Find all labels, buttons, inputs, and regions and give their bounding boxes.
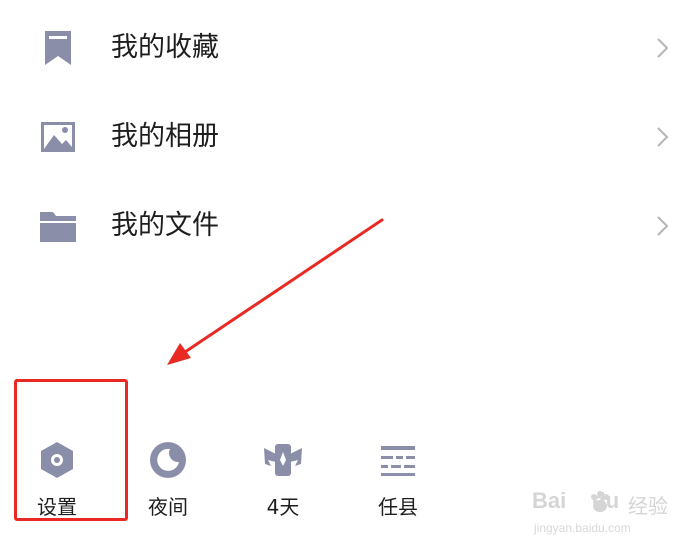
watermark-url: jingyan.baidu.com [534, 521, 631, 535]
bottom-tasks-label: 任县 [378, 495, 418, 519]
menu-item-label: 我的文件 [111, 210, 219, 241]
winged-badge-icon [264, 444, 302, 476]
bottom-settings-button[interactable]: 设置 [17, 436, 97, 522]
settings-screen: 我的收藏 我的相册 我的文件 设置 夜间 4天 任县 Bai du 经验 jin… [0, 0, 691, 551]
bottom-settings-label: 设置 [37, 495, 77, 519]
bottom-night-mode-label: 夜间 [148, 495, 188, 519]
chevron-right-icon [657, 127, 669, 147]
chevron-right-icon [657, 216, 669, 236]
bottom-days-label: 4天 [266, 495, 300, 519]
hexagon-settings-icon [41, 442, 73, 478]
menu-item-label: 我的收藏 [111, 32, 219, 63]
menu-item-label: 我的相册 [111, 121, 219, 152]
menu-item-files[interactable]: 我的文件 [0, 191, 691, 261]
bottom-days-button[interactable]: 4天 [243, 436, 323, 522]
folder-icon [40, 212, 76, 242]
watermark-suffix: 经验 [628, 494, 668, 518]
menu-item-favorites[interactable]: 我的收藏 [0, 13, 691, 83]
chevron-right-icon [657, 38, 669, 58]
lines-icon [381, 446, 415, 476]
image-icon [41, 122, 75, 152]
bottom-night-mode-button[interactable]: 夜间 [128, 436, 208, 522]
moon-icon [150, 442, 186, 478]
bookmark-icon [45, 31, 71, 65]
baidu-jingyan-watermark: Bai du 经验 jingyan.baidu.com [532, 488, 682, 544]
bottom-tasks-button[interactable]: 任县 [358, 436, 438, 522]
paw-icon [591, 491, 609, 512]
menu-item-album[interactable]: 我的相册 [0, 102, 691, 172]
watermark-brand: Bai du [532, 488, 620, 513]
